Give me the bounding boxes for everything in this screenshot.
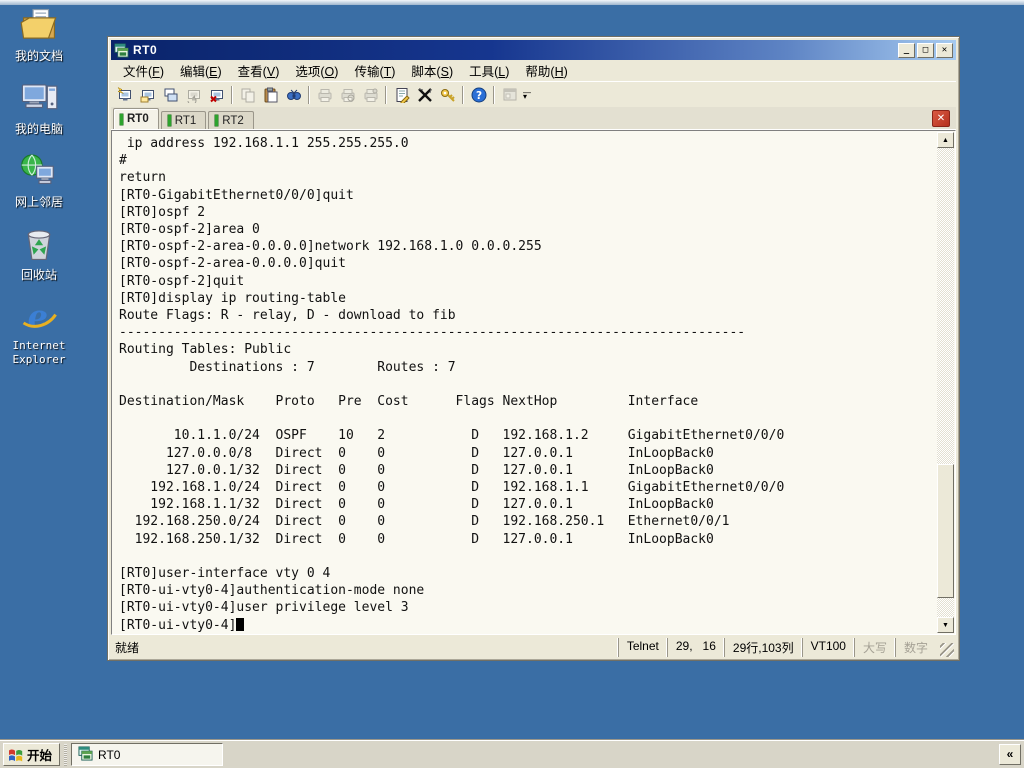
menu-item-t[interactable]: 传输(T) (346, 59, 403, 82)
desktop-icon-my-computer[interactable]: 我的电脑 (4, 79, 74, 138)
status-panel-0: Telnet (617, 637, 667, 657)
scroll-up-icon[interactable]: ▲ (937, 132, 954, 148)
recycle-bin-icon (19, 225, 59, 263)
window-titlebar[interactable]: RT0 _ □ ✕ (111, 40, 956, 60)
status-bar: 就绪 Telnet 29, 16 29行,103列 VT100 大写 数字 (111, 635, 956, 657)
toolbar-separator (231, 85, 233, 104)
session-tab-rt2[interactable]: RT2 (208, 111, 254, 129)
start-button-label: 开始 (27, 749, 53, 763)
desktop-icon-label: 网上邻居 (14, 195, 63, 209)
reconnect-icon (182, 84, 205, 106)
svg-text:?: ? (475, 90, 481, 102)
paste-icon[interactable] (259, 84, 282, 106)
connected-indicator-icon (215, 115, 219, 126)
desktop-icon-my-documents[interactable]: 我的文档 (4, 6, 74, 65)
status-panel-2: 29行,103列 (723, 637, 802, 657)
disconnect-icon[interactable] (205, 84, 228, 106)
status-panel-5: 数字 (894, 637, 936, 657)
scroll-down-icon[interactable]: ▼ (937, 617, 954, 633)
vertical-scrollbar[interactable]: ▲ ▼ (937, 132, 954, 633)
minimize-button[interactable]: _ (898, 42, 915, 58)
print-setup-icon (359, 84, 382, 106)
terminal-prompt-line: [RT0-ui-vty0-4] (119, 617, 937, 633)
resize-grip[interactable] (940, 643, 954, 657)
toolbar-separator (385, 85, 387, 104)
window-title: RT0 (133, 43, 158, 57)
scrollbar-thumb[interactable] (937, 464, 954, 598)
terminal-cursor (236, 617, 245, 631)
my-computer-icon (19, 79, 59, 117)
print-preview-icon (336, 84, 359, 106)
menu-item-l[interactable]: 工具(L) (461, 59, 517, 82)
menu-item-h[interactable]: 帮助(H) (517, 59, 575, 82)
quick-connect-icon[interactable] (113, 84, 136, 106)
internet-explorer-icon: e (19, 298, 59, 336)
session-tab-strip: RT0 RT1 RT2 ✕ (111, 107, 956, 130)
status-panel-3: VT100 (801, 637, 854, 657)
print-icon (313, 84, 336, 106)
menu-item-e[interactable]: 编辑(E) (172, 59, 230, 82)
taskbar-task-rt0[interactable]: RT0 (71, 743, 224, 766)
terminal-output[interactable]: ip address 192.168.1.1 255.255.255.0 # r… (113, 132, 937, 633)
desktop-icon-label: 回收站 (20, 268, 57, 282)
terminal-prompt: [RT0-ui-vty0-4] (119, 617, 237, 633)
app-terminal-icon (78, 745, 93, 764)
windows-logo-icon (9, 749, 23, 761)
toolbar-overflow-icon[interactable]: — ▾ (522, 85, 532, 105)
desktop-icon-recycle-bin[interactable]: 回收站 (4, 225, 74, 284)
taskbar: 开始 RT0 « (0, 740, 1024, 768)
status-panels: Telnet 29, 16 29行,103列 VT100 大写 数字 (617, 637, 936, 657)
tray-chevron-button[interactable]: « (999, 744, 1021, 765)
toolbar-separator (493, 85, 495, 104)
toolbar: ? — ▾ (111, 81, 956, 107)
svg-text:e: e (28, 298, 48, 336)
key-agent-icon[interactable] (436, 84, 459, 106)
task-button-area: RT0 (71, 743, 224, 766)
terminal-area[interactable]: ip address 192.168.1.1 255.255.255.0 # r… (111, 130, 956, 635)
toolbar-separator (462, 85, 464, 104)
find-icon[interactable] (282, 84, 305, 106)
session-tab-rt1[interactable]: RT1 (160, 111, 207, 129)
menu-item-v[interactable]: 查看(V) (230, 59, 288, 82)
background-window-edge (0, 0, 1024, 5)
help-icon[interactable]: ? (467, 84, 490, 106)
close-tab-icon[interactable]: ✕ (932, 110, 950, 127)
connected-indicator-icon (120, 113, 123, 125)
toolbar-separator (308, 85, 310, 104)
connect-in-tab-icon[interactable] (159, 84, 182, 106)
connect-icon[interactable] (136, 84, 159, 106)
my-documents-icon (19, 6, 59, 44)
start-button[interactable]: 开始 (3, 743, 61, 766)
task-label: RT0 (98, 747, 121, 762)
session-tab-rt0[interactable]: RT0 (113, 108, 159, 129)
menu-item-f[interactable]: 文件(F) (115, 59, 172, 82)
status-ready-text: 就绪 (115, 640, 140, 655)
app-window-icon (498, 84, 521, 106)
status-panel-4: 大写 (853, 637, 895, 657)
tab-label: RT0 (127, 113, 149, 125)
status-panel-1: 29, 16 (666, 637, 724, 657)
desktop-icon-network-places[interactable]: 网上邻居 (4, 152, 74, 211)
close-button[interactable]: ✕ (936, 42, 953, 58)
desktop-icon-label: 我的电脑 (14, 122, 63, 136)
menu-bar: 文件(F) 编辑(E) 查看(V) 选项(O) 传输(T) 脚本(S) 工具(L) 帮助(H) (111, 60, 956, 81)
app-terminal-icon (114, 42, 129, 58)
menu-item-o[interactable]: 选项(O) (287, 59, 346, 82)
properties-icon[interactable] (390, 84, 413, 106)
menu-item-s[interactable]: 脚本(S) (403, 59, 461, 82)
desktop-icon-list: 我的文档我的电脑网上邻居回收站 e Internet Explorer (4, 6, 74, 382)
network-places-icon (19, 152, 59, 190)
desktop-icon-label: 我的文档 (14, 49, 63, 63)
desktop-icon-label: Internet Explorer (12, 339, 66, 366)
maximize-button[interactable]: □ (917, 42, 934, 58)
terminal-app-window: RT0 _ □ ✕ 文件(F) 编辑(E) 查看(V) 选项(O) 传输(T) 脚本(S)… (107, 36, 960, 661)
tab-label: RT1 (174, 114, 197, 127)
desktop-icon-internet-explorer[interactable]: e Internet Explorer (4, 298, 74, 368)
copy-icon (236, 84, 259, 106)
connected-indicator-icon (167, 115, 171, 126)
terminal-text: ip address 192.168.1.1 255.255.255.0 # r… (119, 136, 785, 616)
tab-label: RT2 (222, 114, 244, 127)
session-options-icon[interactable] (413, 84, 436, 106)
taskbar-divider[interactable] (64, 743, 68, 766)
